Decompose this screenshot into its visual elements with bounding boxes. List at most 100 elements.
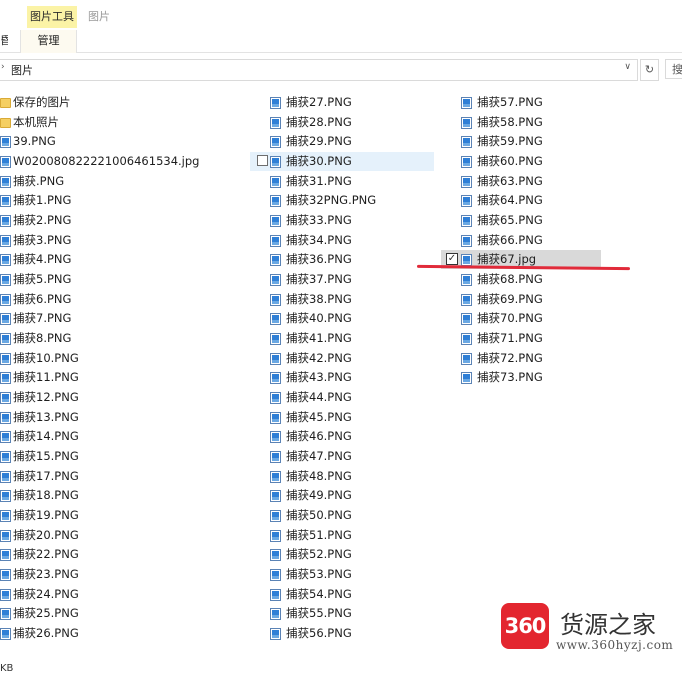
file-item[interactable]: 捕获63.PNG: [461, 172, 631, 192]
file-item[interactable]: 捕获72.PNG: [461, 349, 631, 369]
file-item[interactable]: 捕获10.PNG: [0, 349, 250, 369]
file-item[interactable]: 捕获66.PNG: [461, 231, 631, 251]
file-item[interactable]: 捕获26.PNG: [0, 624, 250, 644]
file-item[interactable]: 捕获43.PNG: [270, 368, 440, 388]
chevron-down-icon[interactable]: ∨: [624, 62, 631, 72]
file-item[interactable]: 捕获65.PNG: [461, 211, 631, 231]
file-item[interactable]: 捕获14.PNG: [0, 427, 250, 447]
file-item[interactable]: 捕获29.PNG: [270, 132, 440, 152]
file-item[interactable]: 捕获15.PNG: [0, 447, 250, 467]
file-item[interactable]: 捕获70.PNG: [461, 309, 631, 329]
file-item[interactable]: 捕获31.PNG: [270, 172, 440, 192]
image-file-icon: [270, 352, 281, 365]
file-item[interactable]: 捕获1.PNG: [0, 191, 250, 211]
file-item[interactable]: 捕获58.PNG: [461, 113, 631, 133]
tab-picture-tools[interactable]: 图片工具: [27, 6, 77, 28]
file-name: 捕获23.PNG: [13, 567, 79, 582]
file-item[interactable]: 捕获47.PNG: [270, 447, 440, 467]
file-item[interactable]: 捕获6.PNG: [0, 290, 250, 310]
image-file-icon: [270, 431, 281, 444]
file-item[interactable]: 捕获36.PNG: [270, 250, 440, 270]
file-item[interactable]: 捕获60.PNG: [461, 152, 631, 172]
file-name: 捕获17.PNG: [13, 468, 79, 483]
file-item[interactable]: 捕获40.PNG: [270, 309, 440, 329]
file-item[interactable]: 捕获56.PNG: [270, 624, 440, 644]
file-item[interactable]: 捕获52.PNG: [270, 545, 440, 565]
file-item[interactable]: 捕获32PNG.PNG: [270, 191, 440, 211]
file-item[interactable]: 捕获8.PNG: [0, 329, 250, 349]
file-item[interactable]: 捕获13.PNG: [0, 408, 250, 428]
file-item[interactable]: 捕获4.PNG: [0, 250, 250, 270]
folder-item[interactable]: 保存的图片: [0, 93, 250, 113]
file-name: 捕获73.PNG: [477, 370, 543, 385]
file-item[interactable]: 捕获38.PNG: [270, 290, 440, 310]
file-item[interactable]: 捕获23.PNG: [0, 565, 250, 585]
file-item[interactable]: 捕获20.PNG: [0, 526, 250, 546]
file-item[interactable]: 捕获2.PNG: [0, 211, 250, 231]
row-checkbox-checked[interactable]: ✓: [446, 253, 458, 265]
row-checkbox[interactable]: [257, 155, 268, 166]
file-item[interactable]: 捕获3.PNG: [0, 231, 250, 251]
file-item[interactable]: 捕获.PNG: [0, 172, 250, 192]
file-item[interactable]: 捕获57.PNG: [461, 93, 631, 113]
image-file-icon: [270, 97, 281, 109]
file-name: 捕获36.PNG: [286, 252, 352, 267]
file-item[interactable]: 捕获68.PNG: [461, 270, 631, 290]
file-item[interactable]: 捕获25.PNG: [0, 604, 250, 624]
file-item[interactable]: 捕获24.PNG: [0, 585, 250, 605]
file-item[interactable]: 捕获69.PNG: [461, 290, 631, 310]
image-file-icon: [461, 97, 472, 109]
file-item[interactable]: 捕获19.PNG: [0, 506, 250, 526]
file-item[interactable]: 捕获54.PNG: [270, 585, 440, 605]
image-file-icon: [270, 628, 281, 641]
file-item[interactable]: 捕获11.PNG: [0, 368, 250, 388]
address-bar[interactable]: › 图片 ∨: [0, 59, 638, 81]
file-item[interactable]: 捕获46.PNG: [270, 427, 440, 447]
file-item[interactable]: 捕获17.PNG: [0, 467, 250, 487]
file-item[interactable]: 捕获18.PNG: [0, 486, 250, 506]
file-item[interactable]: 捕获49.PNG: [270, 486, 440, 506]
file-name: 捕获31.PNG: [286, 173, 352, 188]
file-item[interactable]: 捕获71.PNG: [461, 329, 631, 349]
file-item[interactable]: 捕获30.PNG: [270, 152, 440, 172]
file-item[interactable]: 捕获50.PNG: [270, 506, 440, 526]
refresh-icon[interactable]: ↻: [640, 59, 659, 81]
file-item[interactable]: 捕获37.PNG: [270, 270, 440, 290]
file-item[interactable]: 捕获59.PNG: [461, 132, 631, 152]
file-item[interactable]: 捕获5.PNG: [0, 270, 250, 290]
image-file-icon: [0, 293, 11, 306]
file-item[interactable]: W020080822221006461534.jpg: [0, 152, 250, 172]
image-file-icon: [270, 254, 281, 267]
file-item[interactable]: 39.PNG: [0, 132, 250, 152]
file-item[interactable]: 捕获42.PNG: [270, 349, 440, 369]
file-item[interactable]: 捕获73.PNG: [461, 368, 631, 388]
file-item[interactable]: 捕获22.PNG: [0, 545, 250, 565]
image-file-icon: [270, 175, 281, 188]
file-name: W020080822221006461534.jpg: [13, 154, 200, 169]
file-item[interactable]: 捕获53.PNG: [270, 565, 440, 585]
file-item[interactable]: 捕获33.PNG: [270, 211, 440, 231]
file-item[interactable]: 捕获28.PNG: [270, 113, 440, 133]
image-file-icon: [0, 490, 11, 503]
file-item[interactable]: 捕获41.PNG: [270, 329, 440, 349]
folder-item[interactable]: 本机照片: [0, 113, 250, 133]
file-item[interactable]: 捕获34.PNG: [270, 231, 440, 251]
file-item[interactable]: 捕获27.PNG: [270, 93, 440, 113]
search-input[interactable]: 搜: [665, 59, 682, 79]
file-item[interactable]: 捕获12.PNG: [0, 388, 250, 408]
breadcrumb[interactable]: 图片: [11, 62, 33, 78]
file-item[interactable]: 捕获55.PNG: [270, 604, 440, 624]
file-item[interactable]: 捕获7.PNG: [0, 309, 250, 329]
file-name: 捕获70.PNG: [477, 311, 543, 326]
chevron-right-icon[interactable]: ›: [1, 62, 5, 72]
file-item[interactable]: 捕获64.PNG: [461, 191, 631, 211]
watermark-url: www.360hyzj.com: [556, 638, 674, 652]
tab-manage[interactable]: 管理: [20, 30, 77, 53]
file-item[interactable]: 捕获51.PNG: [270, 526, 440, 546]
file-item[interactable]: 捕获44.PNG: [270, 388, 440, 408]
file-name: 捕获66.PNG: [477, 232, 543, 247]
tab-partial-left[interactable]: 昏: [0, 30, 8, 52]
file-item[interactable]: 捕获45.PNG: [270, 408, 440, 428]
image-file-icon: [0, 156, 11, 169]
file-item[interactable]: 捕获48.PNG: [270, 467, 440, 487]
